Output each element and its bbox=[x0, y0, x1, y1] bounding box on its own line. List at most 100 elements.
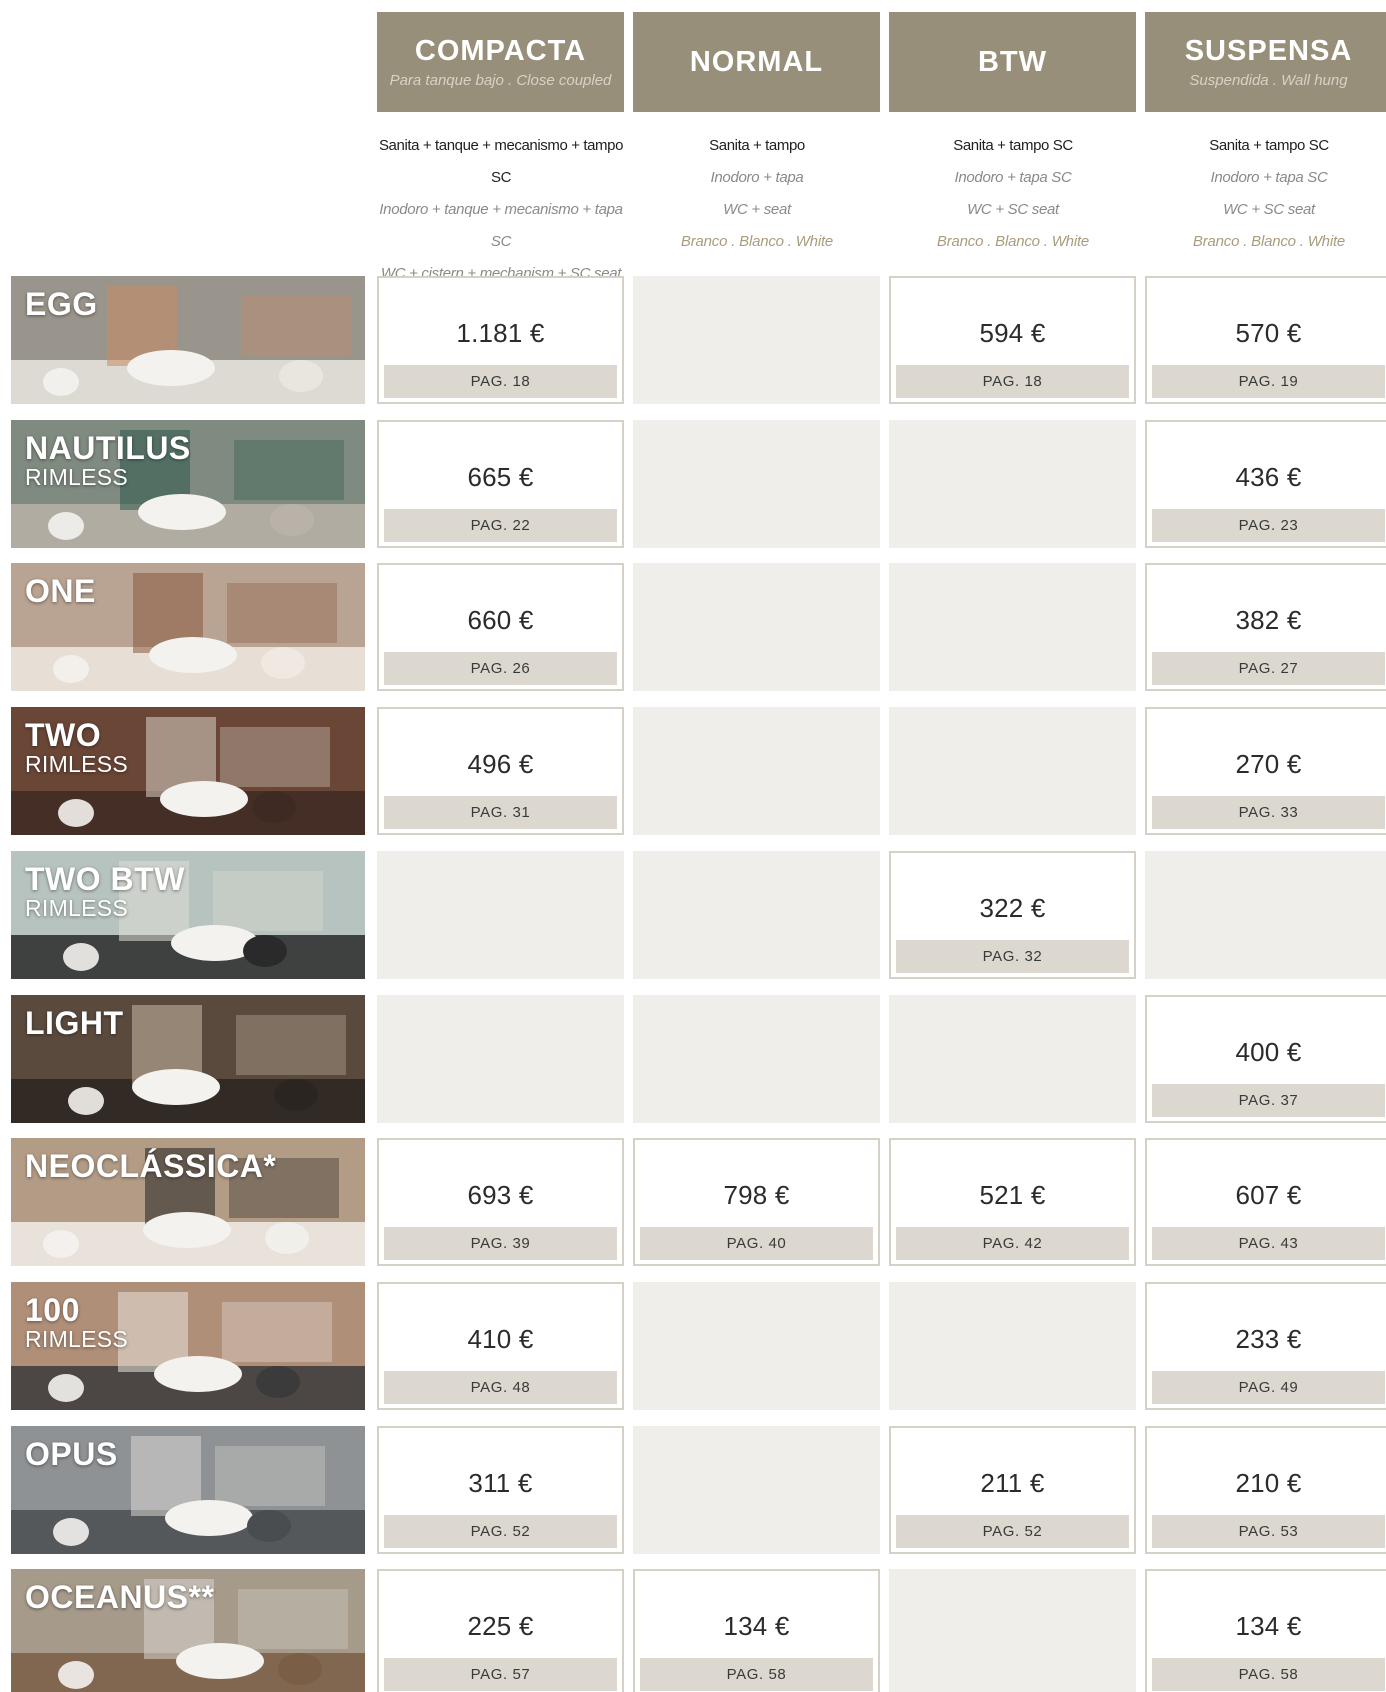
column-description-line: WC + SC seat bbox=[1223, 201, 1315, 218]
price-cell: 1.181 € PAG. 18 bbox=[377, 276, 624, 404]
table-row: NEOCLÁSSICA* 693 € PAG. 39 798 € PAG. 40 521 … bbox=[0, 1138, 1386, 1268]
column-description-line: WC + seat bbox=[723, 201, 791, 218]
page-reference: PAG. 26 bbox=[384, 652, 617, 685]
page-reference: PAG. 18 bbox=[384, 365, 617, 398]
column-header-0: COMPACTA Para tanque bajo . Close coupled bbox=[377, 12, 624, 112]
empty-cell bbox=[633, 707, 880, 835]
page-reference: PAG. 39 bbox=[384, 1227, 617, 1260]
product-photo: 100 RIMLESS bbox=[11, 1282, 365, 1410]
price-value: 134 € bbox=[723, 1611, 790, 1641]
price-value: 594 € bbox=[979, 318, 1046, 348]
column-description: Sanita + tampo Inodoro + tapa WC + seat Bra… bbox=[627, 130, 887, 258]
table-row: NAUTILUS RIMLESS 665 € PAG. 22 436 € PAG. 23 bbox=[0, 420, 1386, 550]
product-name: TWO bbox=[25, 717, 102, 753]
column-header-1: NORMAL bbox=[633, 12, 880, 112]
price-value: 521 € bbox=[979, 1180, 1046, 1210]
price-value: 693 € bbox=[467, 1180, 534, 1210]
price-cell: 134 € PAG. 58 bbox=[633, 1569, 880, 1692]
column-title: SUSPENSA bbox=[1184, 35, 1353, 67]
page-reference: PAG. 48 bbox=[384, 1371, 617, 1404]
empty-cell bbox=[633, 1282, 880, 1410]
column-subtitle: Suspendida . Wall hung bbox=[1189, 72, 1348, 89]
price-cell: 311 € PAG. 52 bbox=[377, 1426, 624, 1554]
price-value: 410 € bbox=[467, 1324, 534, 1354]
column-description: Sanita + tampo SC Inodoro + tapa SC WC + S… bbox=[1139, 130, 1386, 258]
column-description-line: WC + SC seat bbox=[967, 201, 1059, 218]
product-photo: EGG bbox=[11, 276, 365, 404]
product-name: NAUTILUS bbox=[25, 430, 191, 466]
page-reference: PAG. 40 bbox=[640, 1227, 873, 1260]
product-photo: NEOCLÁSSICA* bbox=[11, 1138, 365, 1266]
table-row: OPUS 311 € PAG. 52 211 € PAG. 52 210 € PAG. 53 bbox=[0, 1426, 1386, 1556]
price-cell: 496 € PAG. 31 bbox=[377, 707, 624, 835]
product-name: TWO BTW bbox=[25, 861, 185, 897]
page-reference: PAG. 58 bbox=[640, 1658, 873, 1691]
price-value: 496 € bbox=[467, 749, 534, 779]
price-value: 134 € bbox=[1235, 1611, 1302, 1641]
price-cell: 693 € PAG. 39 bbox=[377, 1138, 624, 1266]
column-description: Sanita + tampo SC Inodoro + tapa SC WC + S… bbox=[883, 130, 1143, 258]
product-photo: OCEANUS** bbox=[11, 1569, 365, 1692]
page-reference: PAG. 19 bbox=[1152, 365, 1385, 398]
column-description-line: Sanita + tanque + mecanismo + tampo SC bbox=[378, 137, 624, 186]
empty-cell bbox=[633, 851, 880, 979]
product-name: EGG bbox=[25, 286, 98, 322]
page-reference: PAG. 53 bbox=[1152, 1515, 1385, 1548]
empty-cell bbox=[633, 563, 880, 691]
column-header-2: BTW bbox=[889, 12, 1136, 112]
product-variant: RIMLESS bbox=[25, 751, 129, 777]
price-value: 225 € bbox=[467, 1611, 534, 1641]
price-cell: 798 € PAG. 40 bbox=[633, 1138, 880, 1266]
price-cell: 400 € PAG. 37 bbox=[1145, 995, 1386, 1123]
price-cell: 665 € PAG. 22 bbox=[377, 420, 624, 548]
empty-cell bbox=[633, 1426, 880, 1554]
price-cell: 322 € PAG. 32 bbox=[889, 851, 1136, 979]
table-row: ONE 660 € PAG. 26 382 € PAG. 27 bbox=[0, 563, 1386, 693]
page-reference: PAG. 33 bbox=[1152, 796, 1385, 829]
column-description-line: Branco . Blanco . White bbox=[680, 233, 834, 250]
page-reference: PAG. 52 bbox=[384, 1515, 617, 1548]
price-value: 311 € bbox=[468, 1468, 533, 1498]
price-cell: 225 € PAG. 57 bbox=[377, 1569, 624, 1692]
table-row: EGG 1.181 € PAG. 18 594 € PAG. 18 570 € PAG. 1… bbox=[0, 276, 1386, 406]
page-reference: PAG. 43 bbox=[1152, 1227, 1385, 1260]
price-value: 665 € bbox=[467, 462, 534, 492]
page-reference: PAG. 23 bbox=[1152, 509, 1385, 542]
product-name: OPUS bbox=[25, 1436, 118, 1472]
empty-cell bbox=[377, 851, 624, 979]
product-photo: TWO BTW RIMLESS bbox=[11, 851, 365, 979]
page-reference: PAG. 49 bbox=[1152, 1371, 1385, 1404]
page-reference: PAG. 31 bbox=[384, 796, 617, 829]
price-cell: 660 € PAG. 26 bbox=[377, 563, 624, 691]
page-reference: PAG. 52 bbox=[896, 1515, 1129, 1548]
page-reference: PAG. 37 bbox=[1152, 1084, 1385, 1117]
price-value: 436 € bbox=[1235, 462, 1302, 492]
empty-cell bbox=[633, 276, 880, 404]
column-description-line: Branco . Blanco . White bbox=[1192, 233, 1346, 250]
price-cell: 570 € PAG. 19 bbox=[1145, 276, 1386, 404]
price-cell: 233 € PAG. 49 bbox=[1145, 1282, 1386, 1410]
table-row: 100 RIMLESS 410 € PAG. 48 233 € PAG. 49 bbox=[0, 1282, 1386, 1412]
price-cell: 594 € PAG. 18 bbox=[889, 276, 1136, 404]
product-name: 100 bbox=[25, 1292, 80, 1328]
page-reference: PAG. 18 bbox=[896, 365, 1129, 398]
product-photo: NAUTILUS RIMLESS bbox=[11, 420, 365, 548]
price-cell: 521 € PAG. 42 bbox=[889, 1138, 1136, 1266]
empty-cell bbox=[889, 707, 1136, 835]
page-reference: PAG. 22 bbox=[384, 509, 617, 542]
column-title: BTW bbox=[977, 45, 1048, 78]
product-photo: OPUS bbox=[11, 1426, 365, 1554]
product-variant: RIMLESS bbox=[25, 1326, 129, 1352]
empty-cell bbox=[889, 420, 1136, 548]
page-reference: PAG. 42 bbox=[896, 1227, 1129, 1260]
price-value: 233 € bbox=[1235, 1324, 1302, 1354]
price-cell: 436 € PAG. 23 bbox=[1145, 420, 1386, 548]
price-cell: 382 € PAG. 27 bbox=[1145, 563, 1386, 691]
price-value: 607 € bbox=[1235, 1180, 1302, 1210]
price-value: 660 € bbox=[467, 605, 534, 635]
column-header-3: SUSPENSA Suspendida . Wall hung bbox=[1145, 12, 1386, 112]
product-photo: TWO RIMLESS bbox=[11, 707, 365, 835]
empty-cell bbox=[889, 995, 1136, 1123]
product-photo: ONE bbox=[11, 563, 365, 691]
empty-cell bbox=[377, 995, 624, 1123]
